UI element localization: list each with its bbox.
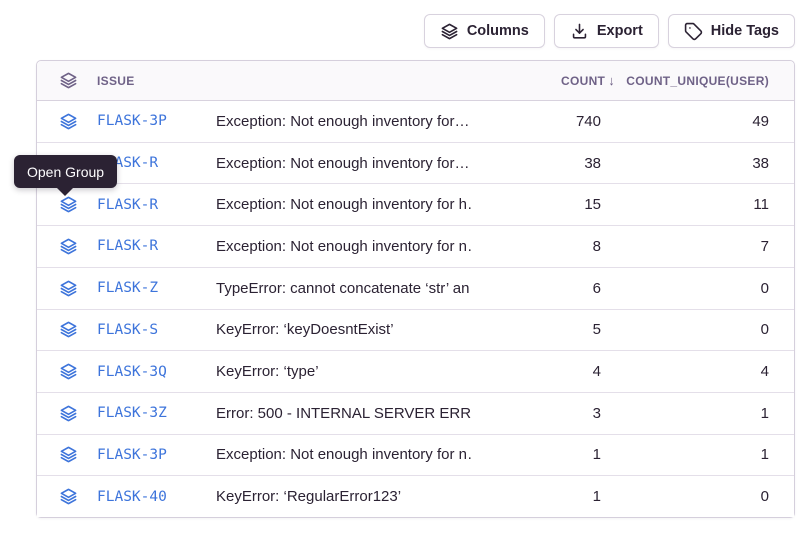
table-row: FLASK-S KeyError: ‘keyDoesntExist’ 5 0 (37, 310, 794, 352)
issue-link[interactable]: FLASK-40 (97, 489, 216, 505)
table-row: FLASK-3P Exception: Not enough inventory… (37, 101, 794, 143)
count-value: 3 (471, 405, 601, 422)
count-unique-value: 1 (601, 446, 769, 463)
table-row: FLASK-R Exception: Not enough inventory … (37, 226, 794, 268)
count-value: 5 (471, 321, 601, 338)
count-unique-value: 11 (601, 196, 769, 213)
issue-link[interactable]: FLASK-3P (97, 447, 216, 463)
page: Columns Export Hide Tags (0, 0, 807, 538)
count-unique-value: 7 (601, 238, 769, 255)
export-button[interactable]: Export (554, 14, 659, 48)
issue-title: Exception: Not enough inventory for n… (216, 238, 471, 255)
columns-button-label: Columns (467, 23, 529, 39)
issue-link[interactable]: FLASK-S (97, 322, 216, 338)
count-unique-value: 4 (601, 363, 769, 380)
issue-title: KeyError: ‘RegularError123’ (216, 488, 471, 505)
issue-link[interactable]: FLASK-R (97, 238, 216, 254)
open-group-layers-icon[interactable] (59, 112, 97, 131)
count-unique-value: 49 (601, 113, 769, 130)
open-group-layers-icon[interactable] (59, 320, 97, 339)
open-group-tooltip-label: Open Group (27, 164, 104, 180)
count-value: 1 (471, 488, 601, 505)
table-row: FLASK-3Z Error: 500 - INTERNAL SERVER ER… (37, 393, 794, 435)
download-icon (570, 22, 589, 41)
issue-title: Exception: Not enough inventory for… (216, 113, 471, 130)
count-value: 15 (471, 196, 601, 213)
count-value: 740 (471, 113, 601, 130)
open-group-layers-icon[interactable] (59, 487, 97, 506)
column-header-issue[interactable]: ISSUE (97, 74, 216, 88)
open-group-layers-icon[interactable] (59, 237, 97, 256)
table-row: FLASK-3Q KeyError: ‘type’ 4 4 (37, 351, 794, 393)
count-unique-value: 0 (601, 488, 769, 505)
open-group-tooltip: Open Group (14, 155, 117, 188)
issue-link[interactable]: FLASK-3Q (97, 364, 216, 380)
count-unique-value: 1 (601, 405, 769, 422)
issue-title: KeyError: ‘type’ (216, 363, 471, 380)
tooltip-arrow-icon (57, 188, 73, 196)
open-group-layers-icon[interactable] (59, 445, 97, 464)
open-group-layers-icon[interactable] (59, 362, 97, 381)
issue-link[interactable]: FLASK-Z (97, 280, 216, 296)
count-unique-value: 0 (601, 321, 769, 338)
column-header-count-unique[interactable]: COUNT_UNIQUE(USER) (601, 74, 769, 88)
table-row: FLASK-R Exception: Not enough inventory … (37, 184, 794, 226)
table-row: FLASK-3P Exception: Not enough inventory… (37, 435, 794, 477)
issue-title: Exception: Not enough inventory for h… (216, 196, 471, 213)
issue-link[interactable]: FLASK-3Z (97, 405, 216, 421)
layers-icon (440, 22, 459, 41)
table-body: FLASK-3P Exception: Not enough inventory… (37, 101, 794, 517)
layers-icon (59, 71, 97, 90)
issues-table: ISSUE COUNT↓ COUNT_UNIQUE(USER) FLASK-3P… (36, 60, 795, 518)
hide-tags-button-label: Hide Tags (711, 23, 779, 39)
column-header-count[interactable]: COUNT↓ (471, 73, 601, 88)
issue-link[interactable]: FLASK-3P (97, 113, 216, 129)
count-value: 4 (471, 363, 601, 380)
count-unique-value: 0 (601, 280, 769, 297)
issue-title: TypeError: cannot concatenate ‘str’ an… (216, 280, 471, 297)
open-group-layers-icon[interactable] (59, 195, 97, 214)
table-header: ISSUE COUNT↓ COUNT_UNIQUE(USER) (37, 61, 794, 101)
toolbar: Columns Export Hide Tags (424, 14, 795, 48)
table-row: FLASK-Z TypeError: cannot concatenate ‘s… (37, 268, 794, 310)
table-row: FLASK-40 KeyError: ‘RegularError123’ 1 0 (37, 476, 794, 517)
count-value: 1 (471, 446, 601, 463)
count-value: 8 (471, 238, 601, 255)
tag-icon (684, 22, 703, 41)
table-row: FLASK-R Exception: Not enough inventory … (37, 143, 794, 185)
count-value: 6 (471, 280, 601, 297)
issue-title: Exception: Not enough inventory for n… (216, 446, 471, 463)
count-unique-value: 38 (601, 155, 769, 172)
columns-button[interactable]: Columns (424, 14, 545, 48)
issue-link[interactable]: FLASK-R (97, 197, 216, 213)
export-button-label: Export (597, 23, 643, 39)
issue-title: Exception: Not enough inventory for… (216, 155, 471, 172)
issue-title: KeyError: ‘keyDoesntExist’ (216, 321, 471, 338)
count-value: 38 (471, 155, 601, 172)
hide-tags-button[interactable]: Hide Tags (668, 14, 795, 48)
issue-title: Error: 500 - INTERNAL SERVER ERROR (216, 405, 471, 422)
open-group-layers-icon[interactable] (59, 279, 97, 298)
open-group-layers-icon[interactable] (59, 404, 97, 423)
